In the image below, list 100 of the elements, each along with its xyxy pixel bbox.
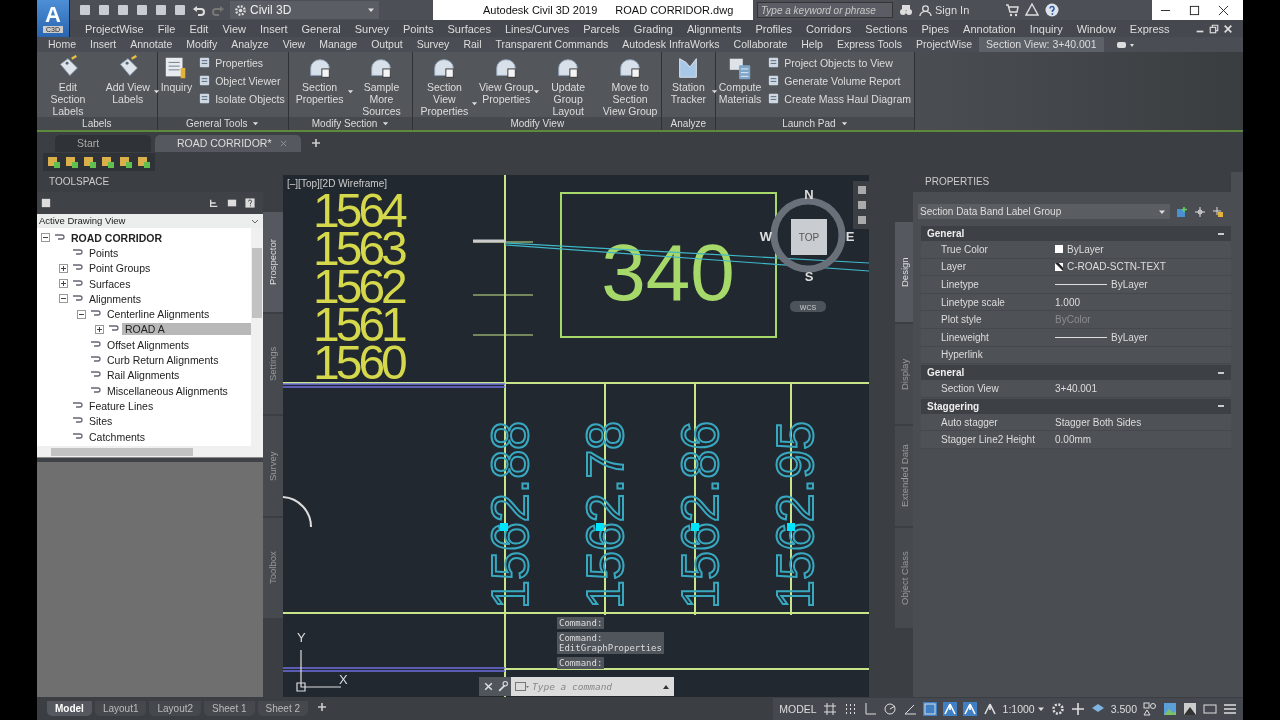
property-value[interactable]: ByLayer bbox=[1067, 243, 1104, 255]
ribbon-button[interactable]: Move to Section View Group bbox=[599, 55, 661, 117]
ribbon-tab[interactable]: Output bbox=[364, 37, 410, 52]
menu-item[interactable]: Lines/Curves bbox=[497, 22, 577, 35]
menu-item[interactable]: Parcels bbox=[576, 22, 627, 35]
ribbon-button[interactable]: Inquiry bbox=[157, 55, 196, 93]
panel-title[interactable]: Labels bbox=[37, 117, 157, 130]
panel-title[interactable]: Modify View bbox=[413, 117, 662, 130]
polar-icon[interactable] bbox=[882, 701, 897, 716]
binoculars-icon[interactable] bbox=[899, 3, 913, 17]
toolbar-icon[interactable] bbox=[83, 155, 97, 169]
view-dropdown[interactable]: Active Drawing View bbox=[37, 214, 263, 228]
side-tab[interactable]: Display bbox=[895, 324, 913, 424]
tree-item[interactable]: ROAD CORRIDOR bbox=[68, 231, 165, 244]
tree-item[interactable]: Feature Lines bbox=[86, 399, 157, 412]
menu-item[interactable]: Inquiry bbox=[1022, 22, 1070, 35]
side-tab[interactable]: Extended Data bbox=[895, 426, 913, 526]
grid-icon[interactable] bbox=[822, 701, 837, 716]
fullscreen-icon[interactable] bbox=[1203, 701, 1217, 716]
expand-icon[interactable] bbox=[59, 279, 68, 289]
menu-item[interactable]: Grading bbox=[626, 22, 680, 35]
toolbar-icon[interactable] bbox=[173, 3, 187, 17]
workspace-dropdown[interactable]: Civil 3D bbox=[230, 1, 379, 19]
menu-item[interactable]: Express bbox=[1122, 22, 1177, 35]
ribbon-button[interactable]: Create Mass Haul Diagram bbox=[764, 91, 914, 106]
compass-label[interactable]: W bbox=[759, 229, 773, 244]
toolbar-icon[interactable] bbox=[137, 155, 151, 169]
menu-item[interactable]: Window bbox=[1069, 22, 1123, 35]
ucs-button[interactable] bbox=[790, 301, 826, 312]
quick-select-icon[interactable] bbox=[1212, 205, 1224, 218]
selection-icon[interactable] bbox=[922, 701, 937, 716]
ribbon-tab[interactable]: Autodesk InfraWorks bbox=[615, 37, 727, 52]
image-icon[interactable] bbox=[1183, 701, 1197, 716]
restore-icon[interactable] bbox=[1209, 23, 1219, 34]
ribbon-tab[interactable]: Help bbox=[794, 37, 830, 52]
viewport-label[interactable]: [–][Top][2D Wireframe] bbox=[287, 178, 388, 189]
menu-item[interactable]: Survey bbox=[347, 22, 396, 35]
ribbon-tab[interactable]: Section View: 3+40.001 bbox=[979, 37, 1104, 52]
layout-tab[interactable]: Layout1 bbox=[94, 701, 147, 716]
tree-item[interactable]: Alignments bbox=[86, 292, 144, 305]
toolbar-icon[interactable] bbox=[116, 3, 130, 17]
tree-item[interactable]: Centerline Alignments bbox=[104, 308, 213, 321]
settings-icon[interactable] bbox=[1050, 701, 1065, 716]
side-tab[interactable]: Survey bbox=[263, 416, 283, 516]
crosshair-icon[interactable] bbox=[1194, 205, 1206, 218]
layout-tab[interactable]: Layout2 bbox=[149, 701, 202, 716]
plus-icon[interactable] bbox=[1070, 701, 1085, 716]
ribbon-toggle-icon[interactable] bbox=[1115, 39, 1136, 50]
cart-icon[interactable] bbox=[1005, 3, 1019, 17]
tree-item[interactable]: Surfaces bbox=[86, 277, 134, 290]
collapse-icon[interactable] bbox=[41, 233, 50, 243]
model-space-button[interactable]: MODEL bbox=[779, 702, 817, 715]
document-tab[interactable]: Start bbox=[55, 135, 151, 152]
collapse-icon[interactable] bbox=[59, 294, 68, 304]
ribbon-button[interactable]: Section View Properties bbox=[413, 55, 476, 117]
menu-item[interactable]: Surfaces bbox=[440, 22, 498, 35]
property-value[interactable]: Stagger Both Sides bbox=[1055, 416, 1142, 428]
panel-title[interactable]: General Tools bbox=[157, 117, 288, 130]
expand-icon[interactable] bbox=[95, 324, 104, 334]
menu-item[interactable]: Edit bbox=[182, 22, 216, 35]
menu-item[interactable]: ProjectWise bbox=[78, 22, 151, 35]
layout-tab[interactable]: Sheet 1 bbox=[204, 701, 255, 716]
image-icon[interactable] bbox=[1163, 701, 1177, 716]
viewcube[interactable] bbox=[770, 197, 846, 273]
add-tab-icon[interactable] bbox=[317, 701, 328, 712]
menu-item[interactable]: Points bbox=[395, 22, 441, 35]
command-input[interactable]: Type a command bbox=[532, 681, 642, 692]
toolbar-icon[interactable] bbox=[78, 3, 92, 17]
property-value[interactable]: ByLayer bbox=[1111, 331, 1148, 343]
panel-title[interactable]: Launch Pad bbox=[715, 117, 914, 130]
scrollbar[interactable] bbox=[37, 446, 263, 458]
tree-item[interactable]: Curb Return Alignments bbox=[104, 354, 222, 366]
layout-tab[interactable]: Sheet 2 bbox=[257, 701, 309, 716]
tree-icon[interactable] bbox=[209, 198, 219, 208]
add-tab-icon[interactable] bbox=[310, 138, 321, 148]
ribbon-button[interactable]: Compute Materials bbox=[715, 55, 765, 105]
toolbar-icon[interactable] bbox=[154, 3, 168, 17]
ribbon-button[interactable]: Sample More Sources bbox=[350, 55, 413, 117]
menu-item[interactable]: General bbox=[294, 22, 348, 35]
ribbon-button[interactable]: Object Viewer bbox=[195, 73, 288, 88]
nav-icon[interactable] bbox=[856, 184, 868, 196]
annotation-icon[interactable] bbox=[982, 701, 997, 716]
ribbon-tab[interactable]: Modify bbox=[179, 37, 225, 52]
shapes-icon[interactable] bbox=[1143, 701, 1157, 716]
menu-item[interactable]: Corridors bbox=[799, 22, 859, 35]
ribbon-button[interactable]: Isolate Objects bbox=[195, 91, 288, 106]
ribbon-tab[interactable]: Insert bbox=[83, 37, 124, 52]
menu-item[interactable]: File bbox=[150, 22, 183, 35]
toolspace-icon[interactable] bbox=[41, 198, 51, 208]
maximize-icon[interactable] bbox=[1189, 4, 1200, 16]
triangle-icon[interactable] bbox=[1025, 3, 1039, 17]
section-header[interactable]: Staggering bbox=[921, 398, 1231, 414]
ribbon-tab[interactable]: View bbox=[275, 37, 313, 52]
tree-item[interactable]: Miscellaneous Alignments bbox=[104, 384, 231, 397]
property-value[interactable]: 3+40.001 bbox=[1055, 382, 1097, 394]
property-value[interactable]: 1.000 bbox=[1055, 296, 1081, 308]
window-icon[interactable] bbox=[515, 681, 529, 692]
nav-icon[interactable] bbox=[856, 199, 868, 211]
ortho-icon[interactable] bbox=[862, 701, 877, 716]
ribbon-button[interactable]: Add View Labels bbox=[98, 55, 157, 105]
